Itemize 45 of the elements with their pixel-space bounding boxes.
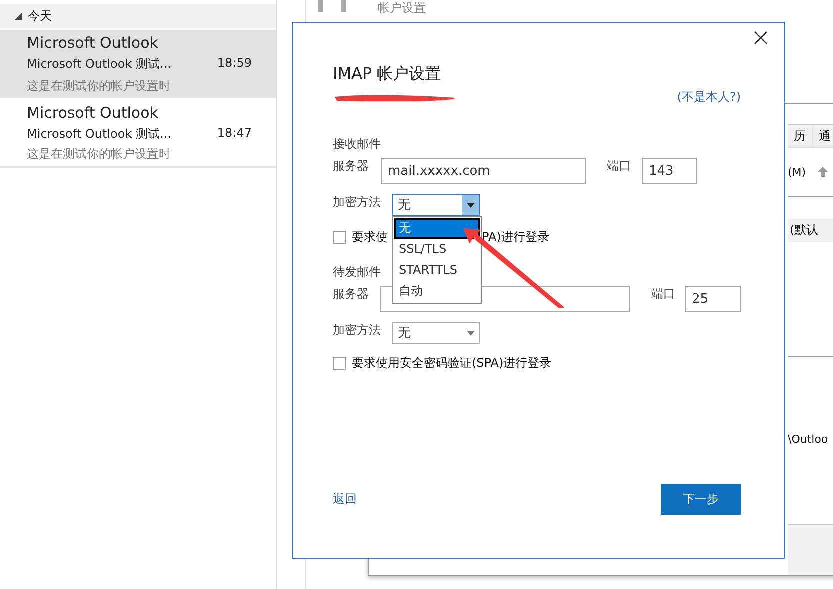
mail-time: 18:47 bbox=[217, 126, 252, 142]
section-heading: 接收邮件 bbox=[333, 136, 381, 153]
mail-sender: Microsoft Outlook bbox=[27, 104, 160, 124]
caret-icon bbox=[466, 330, 474, 336]
encryption-select[interactable]: 无 bbox=[392, 322, 480, 344]
back-link[interactable]: 返回 bbox=[333, 491, 357, 508]
mail-time: 18:59 bbox=[217, 56, 252, 72]
mail-subject: Microsoft Outlook 测试... bbox=[27, 56, 172, 74]
checkbox-label: 要求使 bbox=[352, 229, 388, 246]
account-row[interactable]: (默认 bbox=[788, 219, 833, 242]
checkbox-label: 要求使用安全密码验证(SPA)进行登录 bbox=[352, 355, 552, 372]
tab[interactable]: 历 bbox=[788, 125, 813, 147]
app-icon bbox=[318, 0, 346, 12]
mail-preview: 这是在测试你的帐户设置时 bbox=[27, 78, 172, 95]
field-label: 端口 bbox=[607, 158, 632, 175]
field-label: 服务器 bbox=[333, 286, 370, 303]
up-arrow-icon[interactable] bbox=[818, 167, 828, 177]
toolbar-label: (M) bbox=[788, 166, 806, 178]
mail-item[interactable]: Microsoft Outlook Microsoft Outlook 测试... 18:59 这是在测试你的帐户设置时 bbox=[0, 30, 276, 98]
dialog-title: IMAP 帐户设置 bbox=[333, 64, 442, 85]
checkbox[interactable] bbox=[333, 357, 346, 370]
window-footer bbox=[788, 524, 833, 575]
port-field[interactable]: 143 bbox=[642, 158, 697, 184]
field-label: 端口 bbox=[651, 286, 676, 303]
group-label: 今天 bbox=[28, 8, 52, 24]
dropdown-option[interactable]: 无 bbox=[394, 218, 480, 239]
port-field[interactable]: 25 bbox=[685, 286, 741, 312]
next-button[interactable]: 下一步 bbox=[661, 484, 741, 515]
not-me-link[interactable]: (不是本人?) bbox=[677, 89, 741, 106]
mail-preview: 这是在测试你的帐户设置时 bbox=[27, 146, 172, 164]
field-label: 加密方法 bbox=[333, 322, 382, 339]
server-field[interactable]: mail.xxxxx.com bbox=[381, 158, 586, 184]
file-path: \Outloo bbox=[788, 433, 830, 446]
tab[interactable]: 通 bbox=[813, 125, 833, 147]
field-label: 加密方法 bbox=[333, 194, 382, 211]
caret-icon bbox=[466, 202, 474, 208]
field-label: 服务器 bbox=[333, 158, 370, 175]
checkbox[interactable] bbox=[333, 231, 346, 244]
window-title: 帐户设置 bbox=[378, 0, 426, 17]
mail-subject: Microsoft Outlook 测试... bbox=[27, 126, 172, 143]
close-button[interactable] bbox=[754, 31, 768, 45]
checkbox-label: PA)进行登录 bbox=[482, 229, 550, 246]
mail-sender: Microsoft Outlook bbox=[27, 34, 160, 54]
collapse-triangle-icon[interactable] bbox=[15, 12, 22, 20]
section-heading: 待发邮件 bbox=[333, 264, 381, 281]
